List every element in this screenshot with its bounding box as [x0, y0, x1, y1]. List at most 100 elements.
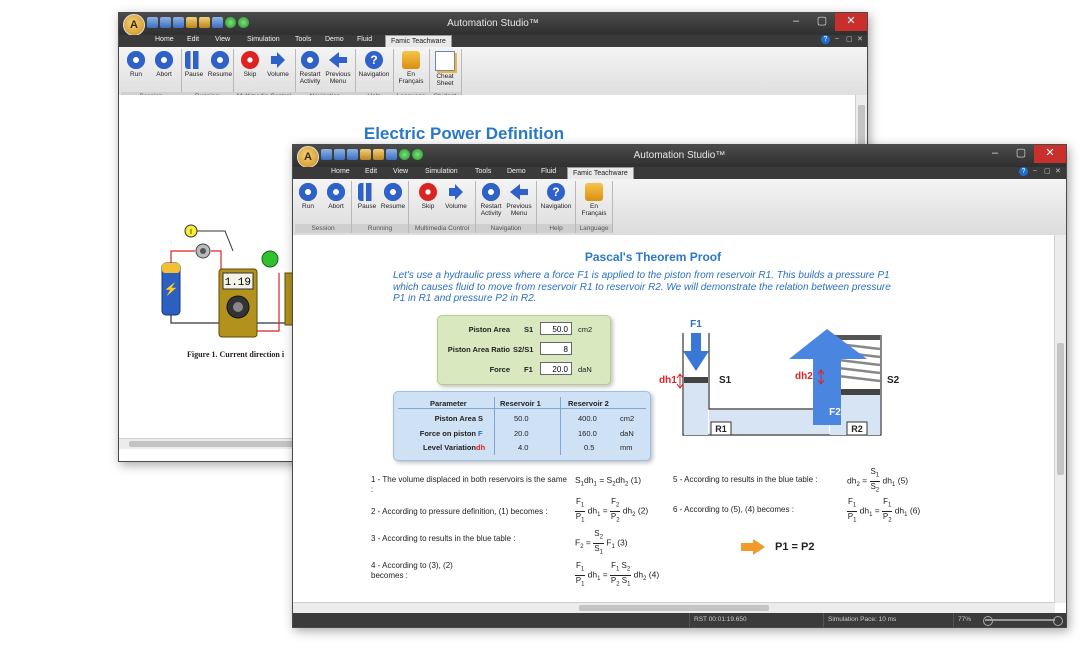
table-header-parameter: Parameter: [430, 399, 467, 408]
group-session: Run Abort Session: [121, 49, 182, 101]
cheat-sheet-button[interactable]: Cheat Sheet: [430, 51, 460, 87]
close-icon[interactable]: ✕: [835, 13, 867, 31]
group-language: En Français Language: [393, 49, 430, 101]
title-bar: A Automation Studio™ – ▢ ✕: [293, 145, 1066, 168]
page-title: Pascal's Theorem Proof: [584, 250, 722, 264]
menu-fluid[interactable]: Fluid: [357, 36, 372, 43]
help-icon: ?: [547, 183, 565, 201]
piston-ratio-label: Piston Area Ratio: [447, 345, 510, 354]
navigation-help-button[interactable]: ? Navigation: [539, 183, 573, 210]
piston-ratio-input[interactable]: 8: [540, 342, 572, 355]
language-button[interactable]: En Français: [579, 183, 609, 217]
close-icon[interactable]: ✕: [1034, 145, 1066, 163]
menu-simulation[interactable]: Simulation: [425, 168, 458, 175]
group-session: Run Abort Session: [295, 181, 352, 233]
group-multimedia-control: Skip Volume Multimedia Control: [409, 181, 476, 233]
table-unit: cm2: [620, 414, 635, 423]
skip-button[interactable]: Skip: [413, 183, 443, 210]
ribbon-close-icon[interactable]: ✕: [1055, 167, 1061, 175]
table-unit: mm: [620, 443, 633, 452]
group-running: Pause Resume Running: [352, 181, 409, 233]
group-caption: Running: [352, 224, 408, 233]
minimize-icon[interactable]: –: [982, 145, 1008, 163]
force-input[interactable]: 20.0: [540, 362, 572, 375]
help-icon[interactable]: ?: [821, 35, 830, 44]
help-icon[interactable]: ?: [1019, 167, 1028, 176]
pause-icon: [358, 183, 376, 201]
zoom-out-icon[interactable]: [983, 616, 993, 626]
maximize-icon[interactable]: ▢: [1008, 145, 1034, 163]
table-row-symbol: dh: [476, 443, 486, 452]
hydraulic-press-diagram: F1 F2 S1 S2 R1 R2 dh1 dh2: [653, 315, 953, 465]
navigation-help-button[interactable]: ? Navigation: [357, 51, 391, 78]
zoom-slider[interactable]: [985, 619, 1055, 621]
menu-bar: Home Edit View Simulation Tools Demo Flu…: [119, 35, 867, 48]
horizontal-scrollbar[interactable]: [293, 602, 1055, 613]
abort-button[interactable]: Abort: [149, 51, 179, 78]
resume-button[interactable]: Resume: [205, 51, 235, 78]
vertical-scrollbar[interactable]: [1054, 235, 1066, 603]
step-1: 1 - The volume displaced in both reservo…: [371, 475, 567, 494]
figure-caption: Figure 1. Current direction i: [187, 350, 285, 359]
resume-button[interactable]: Resume: [378, 183, 408, 210]
minimize-icon[interactable]: –: [783, 13, 809, 31]
ribbon-close-icon[interactable]: ✕: [857, 35, 863, 43]
help-icon: ?: [365, 51, 383, 69]
ribbon-restore-icon[interactable]: ▢: [846, 35, 853, 43]
menu-fluid[interactable]: Fluid: [541, 168, 556, 175]
ribbon-minimize-icon[interactable]: –: [1033, 167, 1037, 174]
piston-area-symbol: S1: [524, 325, 534, 334]
current-marker-label: I: [190, 229, 192, 236]
abort-button[interactable]: Abort: [321, 183, 351, 210]
zoom-in-icon[interactable]: [1053, 616, 1063, 626]
equation-4: F1 P1 dh1 = F1 S2 P2 S1 dh2 (4): [575, 561, 660, 588]
piston-area-input[interactable]: 50.0: [540, 322, 572, 335]
force-symbol: F1: [524, 365, 533, 374]
gear-icon: [299, 183, 317, 201]
skip-button[interactable]: Skip: [235, 51, 265, 78]
maximize-icon[interactable]: ▢: [809, 13, 835, 31]
gear-icon: [482, 183, 500, 201]
circuit-diagram: I ⚡ 1.19: [159, 223, 300, 343]
menu-edit[interactable]: Edit: [187, 36, 199, 43]
volume-button[interactable]: Volume: [441, 183, 471, 210]
previous-menu-button[interactable]: Previous Menu: [323, 51, 353, 85]
gear-icon: [301, 51, 319, 69]
ribbon-restore-icon[interactable]: ▢: [1044, 167, 1051, 175]
table-row-label: Level Variation: [423, 443, 476, 452]
menu-simulation[interactable]: Simulation: [247, 36, 280, 43]
run-button[interactable]: Run: [121, 51, 151, 78]
group-running: Pause Resume Running: [181, 49, 234, 101]
group-multimedia-control: Skip Volume Multimedia Control: [233, 49, 296, 101]
cheat-sheet-icon: [435, 51, 455, 71]
table-row-label: Piston Area: [434, 414, 476, 423]
menu-view[interactable]: View: [393, 168, 408, 175]
force-unit: daN: [578, 365, 592, 374]
step-6: 6 - According to (5), (4) becomes :: [673, 505, 794, 514]
press-svg: F1 F2 S1 S2 R1 R2 dh1 dh2: [659, 319, 900, 436]
menu-tools[interactable]: Tools: [295, 36, 311, 43]
menu-home[interactable]: Home: [331, 168, 350, 175]
language-icon: [402, 51, 420, 69]
previous-menu-button[interactable]: Previous Menu: [504, 183, 534, 217]
f1-label: F1: [690, 319, 702, 330]
restart-activity-button[interactable]: Restart Activity: [295, 51, 325, 85]
group-caption: Navigation: [476, 224, 536, 233]
restart-activity-button[interactable]: Restart Activity: [476, 183, 506, 217]
group-caption: Multimedia Control: [409, 224, 475, 233]
menu-bar: Home Edit View Simulation Tools Demo Flu…: [293, 167, 1066, 180]
menu-demo[interactable]: Demo: [325, 36, 344, 43]
table-row-symbol: F: [478, 429, 483, 438]
menu-edit[interactable]: Edit: [365, 168, 377, 175]
language-button[interactable]: En Français: [396, 51, 426, 85]
ribbon-minimize-icon[interactable]: –: [835, 35, 839, 42]
run-button[interactable]: Run: [293, 183, 323, 210]
zoom-level: 77%: [953, 613, 984, 627]
menu-home[interactable]: Home: [155, 36, 174, 43]
menu-view[interactable]: View: [215, 36, 230, 43]
menu-tools[interactable]: Tools: [475, 168, 491, 175]
gear-icon: [211, 51, 229, 69]
menu-demo[interactable]: Demo: [507, 168, 526, 175]
force-f1-arrow-icon: [683, 351, 709, 371]
volume-button[interactable]: Volume: [263, 51, 293, 78]
